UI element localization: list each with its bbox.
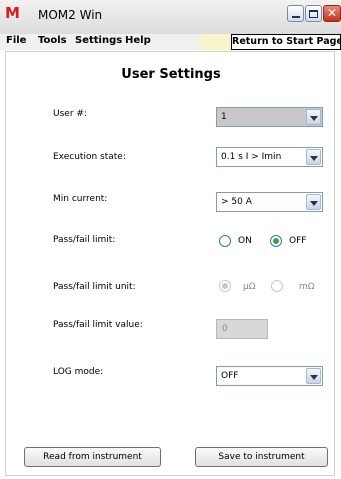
pass-fail-limit-label: Pass/fail limit: <box>53 235 116 245</box>
unit-milli-ohm-label: mΩ <box>299 282 315 292</box>
execution-state-label: Execution state: <box>53 152 126 162</box>
pass-fail-limit-on-label: ON <box>238 236 252 246</box>
app-logo-icon: M <box>5 4 20 22</box>
menu-help[interactable]: Help <box>125 35 151 46</box>
title-bar[interactable]: M MOM2 Win ✕ <box>0 0 341 34</box>
chevron-down-icon <box>309 200 318 206</box>
unit-micro-ohm-label: µΩ <box>243 282 256 292</box>
user-number-label: User #: <box>53 109 87 119</box>
pass-fail-limit-value-input[interactable]: 0 <box>216 319 268 339</box>
read-from-instrument-button[interactable]: Read from instrument <box>24 447 161 467</box>
minimize-button[interactable] <box>287 5 304 22</box>
pass-fail-limit-off-label: OFF <box>289 236 307 246</box>
minimize-icon <box>291 16 300 18</box>
window-title: MOM2 Win <box>38 8 103 22</box>
user-settings-panel: User Settings User #: 1 Execution state:… <box>5 51 335 476</box>
min-current-dropdown-button[interactable] <box>306 194 321 210</box>
save-to-instrument-button[interactable]: Save to instrument <box>195 447 328 467</box>
execution-state-dropdown-button[interactable] <box>306 149 321 165</box>
menu-settings[interactable]: Settings <box>75 35 122 46</box>
menu-tools[interactable]: Tools <box>38 35 67 46</box>
return-to-start-button[interactable]: Return to Start Page <box>231 34 341 50</box>
unit-micro-ohm-radio[interactable] <box>219 280 231 292</box>
pass-fail-limit-unit-label: Pass/fail limit unit: <box>53 282 136 292</box>
execution-state-value: 0.1 s I > Imin <box>221 152 282 162</box>
chevron-down-icon <box>309 155 318 161</box>
menu-bar: File Tools Settings Help Return to Start… <box>0 34 341 50</box>
log-mode-label: LOG mode: <box>53 367 104 377</box>
user-number-dropdown-button[interactable] <box>306 109 321 125</box>
pass-fail-limit-value-text: 0 <box>222 324 228 334</box>
maximize-button[interactable] <box>305 5 322 22</box>
min-current-label: Min current: <box>53 194 108 204</box>
chevron-down-icon <box>309 115 318 121</box>
log-mode-select[interactable]: OFF <box>216 366 323 386</box>
log-mode-value: OFF <box>221 371 239 381</box>
menu-file[interactable]: File <box>6 35 26 46</box>
pass-fail-limit-value-label: Pass/fail limit value: <box>53 320 143 330</box>
page-title: User Settings <box>121 67 221 82</box>
min-current-value: > 50 A <box>221 197 252 207</box>
chevron-down-icon <box>309 374 318 380</box>
pass-fail-limit-off-radio[interactable] <box>270 235 282 247</box>
pass-fail-limit-on-radio[interactable] <box>219 235 231 247</box>
menu-spacer <box>201 34 231 50</box>
close-icon: ✕ <box>326 6 338 20</box>
close-button[interactable]: ✕ <box>323 5 341 22</box>
unit-milli-ohm-radio[interactable] <box>271 280 283 292</box>
log-mode-dropdown-button[interactable] <box>306 368 321 384</box>
execution-state-select[interactable]: 0.1 s I > Imin <box>216 147 323 167</box>
min-current-select[interactable]: > 50 A <box>216 192 323 212</box>
user-number-value: 1 <box>221 112 227 122</box>
user-number-select[interactable]: 1 <box>216 107 323 127</box>
maximize-icon <box>309 9 318 18</box>
